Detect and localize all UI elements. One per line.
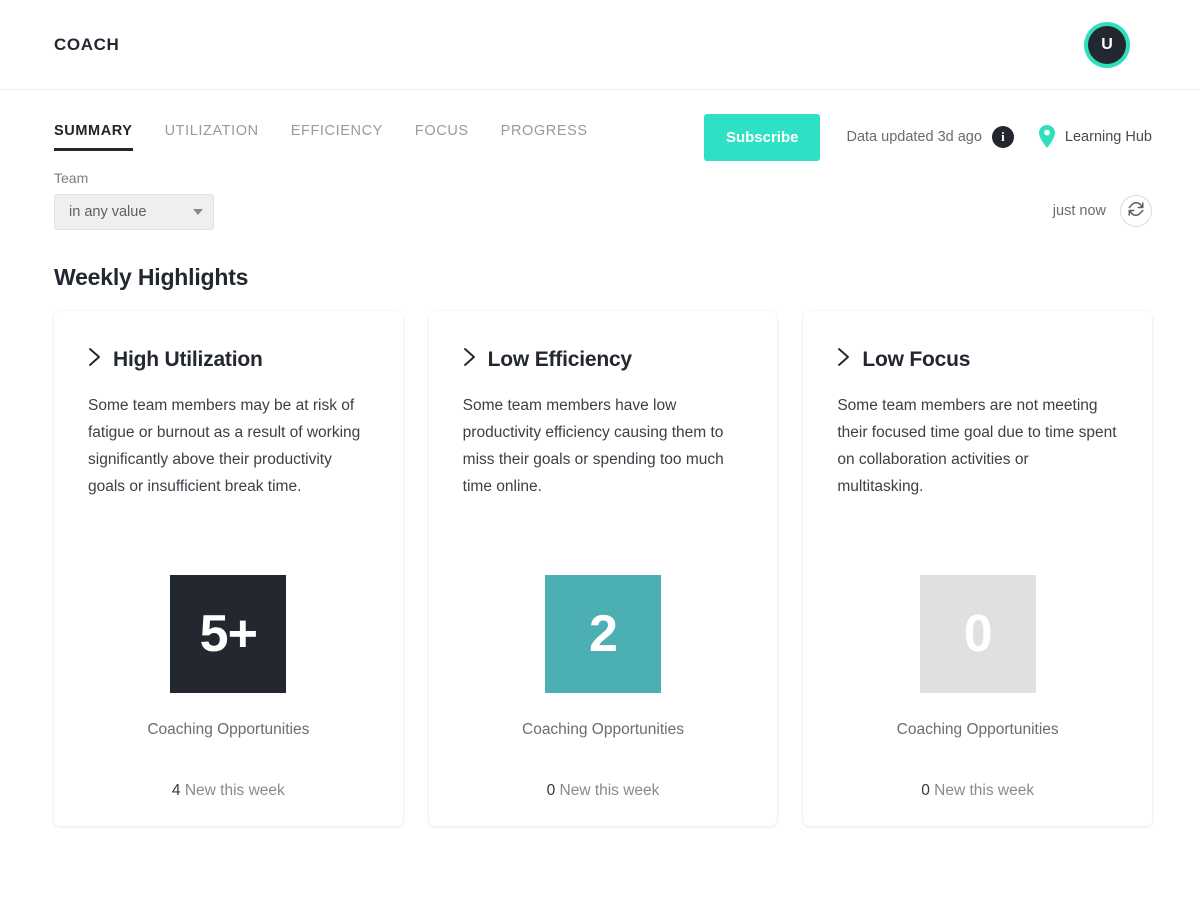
avatar[interactable]: U bbox=[1084, 21, 1130, 68]
metric-new-this-week: 0 New this week bbox=[921, 782, 1034, 800]
metric-new-label: New this week bbox=[184, 782, 285, 799]
tab-bar: SUMMARY UTILIZATION EFFICIENCY FOCUS PRO… bbox=[54, 123, 588, 151]
team-select-value: in any value bbox=[69, 204, 147, 220]
metric-tile: 5+ bbox=[170, 575, 287, 693]
metric-new-count: 0 bbox=[546, 782, 556, 799]
data-updated-label: Data updated 3d ago bbox=[846, 129, 982, 145]
metric-new-count: 0 bbox=[921, 782, 930, 799]
card-header[interactable]: Low Focus bbox=[837, 347, 1118, 372]
card-title: High Utilization bbox=[113, 347, 263, 371]
metric-caption: Coaching Opportunities bbox=[147, 721, 310, 738]
metric-new-this-week: 0 New this week bbox=[547, 782, 660, 800]
top-bar: COACH U bbox=[0, 0, 1200, 90]
nav-row: SUMMARY UTILIZATION EFFICIENCY FOCUS PRO… bbox=[0, 90, 1200, 161]
card-metric: 0 Coaching Opportunities 0 New this week bbox=[837, 575, 1118, 800]
chevron-right-icon bbox=[837, 347, 850, 372]
card-header[interactable]: Low Efficiency bbox=[463, 347, 744, 372]
metric-new-label: New this week bbox=[559, 782, 660, 799]
location-pin-icon bbox=[1036, 124, 1065, 150]
highlight-card-low-efficiency[interactable]: Low Efficiency Some team members have lo… bbox=[428, 311, 778, 826]
card-description: Some team members have low productivity … bbox=[462, 397, 724, 495]
metric-tile: 2 bbox=[545, 575, 661, 693]
nav-right-actions: Subscribe Data updated 3d ago i Learning… bbox=[703, 113, 1152, 161]
metric-new-label: New this week bbox=[934, 782, 1035, 799]
refresh-button[interactable] bbox=[1120, 195, 1152, 227]
avatar-initial: U bbox=[1088, 25, 1126, 64]
learning-hub-link[interactable]: Learning Hub bbox=[1065, 129, 1152, 145]
coach-dashboard-page: COACH U SUMMARY UTILIZATION EFFICIENCY F… bbox=[0, 0, 1200, 912]
team-select[interactable]: in any value bbox=[54, 194, 214, 230]
tab-utilization[interactable]: UTILIZATION bbox=[165, 123, 259, 151]
refresh-status-label: just now bbox=[1052, 203, 1106, 219]
card-header[interactable]: High Utilization bbox=[88, 347, 369, 372]
chevron-right-icon bbox=[463, 347, 476, 372]
refresh-icon bbox=[1127, 200, 1145, 223]
metric-new-count: 4 bbox=[171, 782, 181, 799]
card-title: Low Focus bbox=[862, 347, 971, 371]
info-icon[interactable]: i bbox=[991, 126, 1014, 148]
card-metric: 2 Coaching Opportunities 0 New this week bbox=[463, 575, 744, 800]
section-title-weekly-highlights: Weekly Highlights bbox=[54, 264, 249, 290]
card-metric: 5+ Coaching Opportunities 4 New this wee… bbox=[88, 575, 369, 800]
card-description: Some team members may be at risk of fati… bbox=[88, 397, 361, 495]
metric-tile: 0 bbox=[919, 575, 1036, 693]
tab-focus[interactable]: FOCUS bbox=[415, 123, 469, 151]
tab-progress[interactable]: PROGRESS bbox=[501, 123, 588, 151]
filter-row: Team in any value just now bbox=[0, 156, 1200, 230]
refresh-area: just now bbox=[1053, 195, 1152, 230]
tab-summary[interactable]: SUMMARY bbox=[54, 123, 133, 151]
highlight-cards: High Utilization Some team members may b… bbox=[0, 291, 1200, 826]
highlight-card-low-focus[interactable]: Low Focus Some team members are not meet… bbox=[803, 311, 1153, 826]
metric-new-this-week: 4 New this week bbox=[172, 782, 285, 800]
highlight-card-high-utilization[interactable]: High Utilization Some team members may b… bbox=[54, 311, 403, 826]
team-filter-label: Team bbox=[54, 170, 89, 186]
card-description: Some team members are not meeting their … bbox=[837, 397, 1117, 495]
app-brand-title: COACH bbox=[54, 34, 120, 54]
card-title: Low Efficiency bbox=[487, 347, 632, 371]
metric-caption: Coaching Opportunities bbox=[896, 721, 1059, 738]
chevron-down-icon bbox=[193, 209, 203, 215]
team-filter: Team in any value bbox=[54, 170, 214, 230]
tab-efficiency[interactable]: EFFICIENCY bbox=[291, 123, 383, 151]
chevron-right-icon bbox=[88, 347, 101, 372]
subscribe-button[interactable]: Subscribe bbox=[703, 113, 821, 161]
metric-caption: Coaching Opportunities bbox=[522, 721, 684, 738]
